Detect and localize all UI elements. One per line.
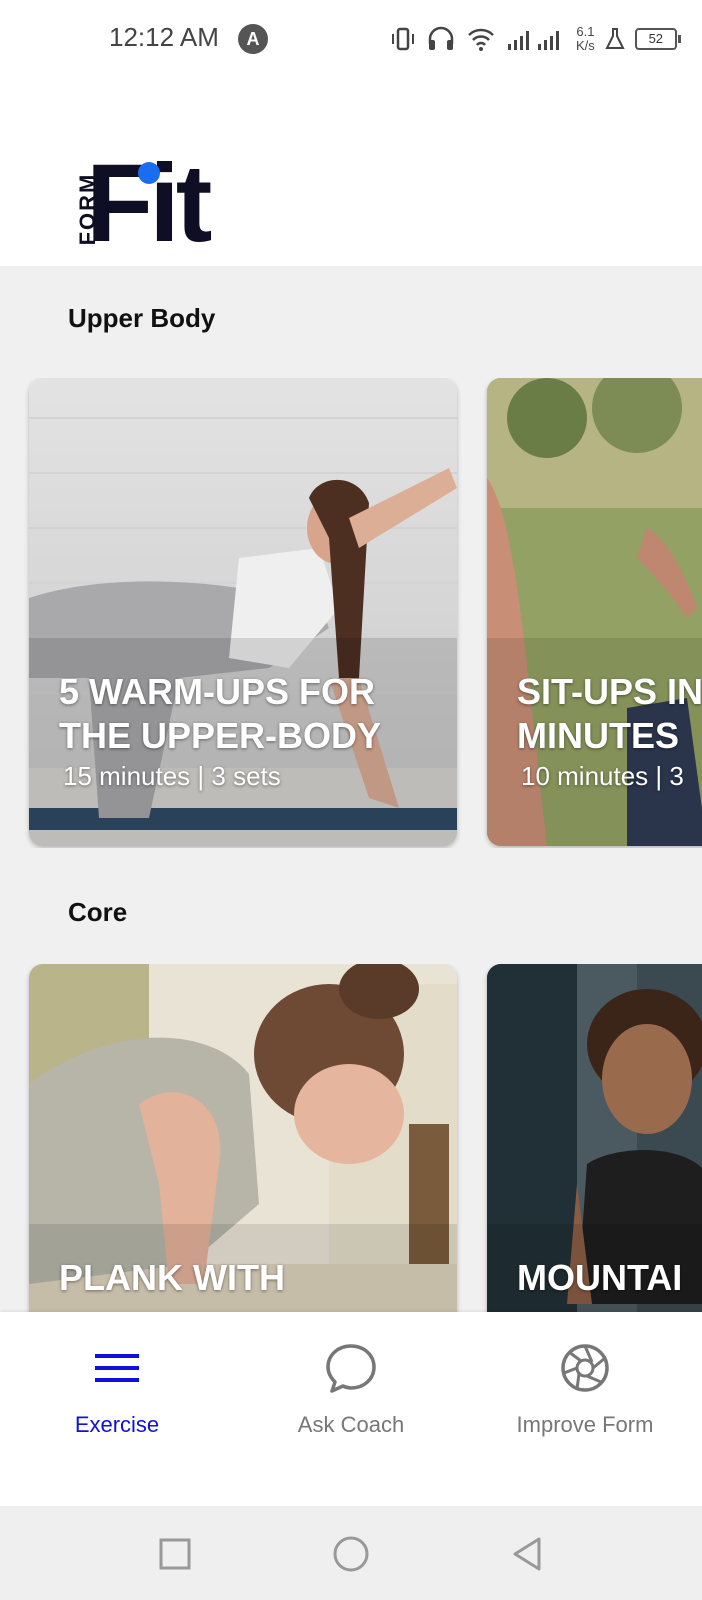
battery-icon: 52 xyxy=(634,28,681,50)
workout-card-plank[interactable]: PLANK WITH xyxy=(29,964,457,1312)
logo-dot xyxy=(138,162,160,184)
card-title: THE UPPER-BODY xyxy=(59,715,382,756)
headphones-icon xyxy=(428,26,454,50)
formfit-logo: FORM Fit xyxy=(62,149,222,260)
net-speed: 6.1 K/s xyxy=(576,24,595,53)
card-title: 5 WARM-UPS FOR xyxy=(59,671,376,712)
workout-card-mountain[interactable]: MOUNTAI xyxy=(487,964,702,1312)
recents-square-icon[interactable] xyxy=(155,1534,195,1574)
status-time: 12:12 AM xyxy=(109,22,219,52)
bottom-navigation: Exercise Ask Coach Improve Form xyxy=(0,1312,702,1506)
card-meta: 15 minutes | 3 sets xyxy=(63,761,281,791)
nav-label: Exercise xyxy=(74,1412,160,1437)
home-circle-icon[interactable] xyxy=(331,1534,371,1574)
notification-icon: A xyxy=(238,24,268,54)
nav-tab-ask-coach[interactable]: Ask Coach xyxy=(234,1312,468,1506)
menu-icon xyxy=(95,1354,139,1382)
card-title: MOUNTAI xyxy=(517,1257,683,1298)
vibrate-icon xyxy=(392,27,414,51)
nav-tab-improve-form[interactable]: Improve Form xyxy=(468,1312,702,1506)
chat-bubble-icon xyxy=(326,1344,376,1393)
card-title: PLANK WITH xyxy=(59,1257,285,1298)
system-navigation-bar xyxy=(0,1506,702,1600)
card-title: SIT-UPS IN xyxy=(517,671,702,712)
camera-aperture-icon xyxy=(561,1344,609,1392)
core-carousel[interactable]: PLANK WITH MOUNTAI xyxy=(0,964,702,1312)
card-title: MINUTES xyxy=(517,715,679,756)
section-title-upper-body: Upper Body xyxy=(68,303,216,333)
workout-card-situps[interactable]: SIT-UPS IN MINUTES 10 minutes | 3 xyxy=(487,378,702,846)
status-bar: 12:12 AM A 6.1 K/s 52 xyxy=(0,0,702,80)
flask-icon xyxy=(605,28,625,49)
back-triangle-icon[interactable] xyxy=(507,1534,547,1574)
signal-icon xyxy=(508,31,559,50)
card-meta: 10 minutes | 3 xyxy=(521,761,684,791)
nav-label: Ask Coach xyxy=(297,1412,405,1437)
section-title-core: Core xyxy=(68,897,128,927)
upper-body-carousel[interactable]: 5 WARM-UPS FOR THE UPPER-BODY 15 minutes… xyxy=(0,378,702,848)
wifi-icon xyxy=(468,28,494,51)
app-header: FORM Fit xyxy=(0,80,702,266)
nav-tab-exercise[interactable]: Exercise xyxy=(0,1312,234,1506)
status-icons: 6.1 K/s 52 xyxy=(390,22,681,56)
workout-card-warmups[interactable]: 5 WARM-UPS FOR THE UPPER-BODY 15 minutes… xyxy=(29,378,457,846)
nav-label: Improve Form xyxy=(516,1412,654,1437)
